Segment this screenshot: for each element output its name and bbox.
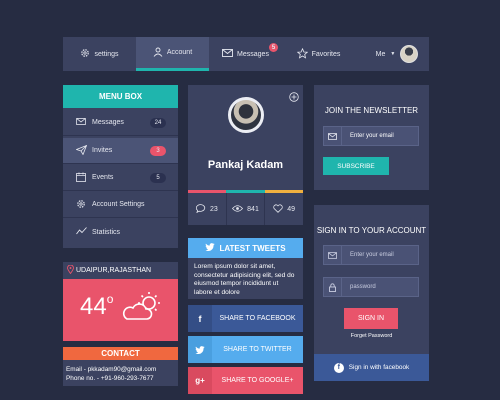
menu-item-account-settings[interactable]: Account Settings: [63, 192, 178, 218]
nav-settings[interactable]: settings: [63, 37, 136, 71]
newsletter-email-field[interactable]: Enter your email: [323, 126, 419, 146]
tweets-title: LATEST TWEETS: [219, 243, 286, 253]
messages-badge: 5: [269, 43, 278, 52]
menu-item-label: Events: [92, 174, 114, 181]
stat-views[interactable]: 841: [227, 193, 266, 225]
weather-temp: 44 o: [80, 292, 114, 321]
avatar: [400, 45, 419, 63]
nav-messages-label: Messages: [237, 50, 269, 58]
location-pin-icon: [67, 264, 74, 276]
facebook-icon: f: [333, 362, 344, 373]
facebook-icon: f: [188, 305, 212, 332]
menu-item-statistics[interactable]: Statistics: [63, 219, 178, 245]
google-plus-icon: g+: [188, 367, 212, 394]
profile-stats: 23 841 49: [188, 193, 303, 225]
signin-button[interactable]: SIGN IN: [344, 308, 398, 329]
temp-value: 44: [80, 293, 107, 320]
count-badge: 3: [150, 146, 166, 156]
calendar-icon: [75, 172, 87, 184]
menu-item-label: Messages: [92, 119, 124, 126]
gear-icon: [75, 199, 87, 211]
share-google-button[interactable]: g+ SHARE TO GOOGLE+: [188, 367, 303, 394]
nav-me[interactable]: Me ▼: [365, 37, 429, 71]
chart-line-icon: [75, 227, 87, 237]
partly-cloudy-icon: [121, 289, 165, 330]
signin-facebook-label: Sign in with facebook: [348, 364, 410, 371]
comment-icon: [195, 203, 206, 215]
mail-icon: [75, 118, 87, 127]
twitter-bird-icon: [205, 243, 216, 253]
nav-favorites[interactable]: Favorites: [282, 37, 355, 71]
newsletter-box: JOIN THE NEWSLETTER Enter your email SUB…: [314, 85, 429, 190]
share-twitter-label: SHARE TO TWITTER: [223, 346, 292, 353]
weather-card: 44 o: [63, 279, 178, 341]
views-count: 841: [247, 205, 259, 213]
profile-avatar: [228, 97, 264, 133]
tweet-text: Lorem ipsum dolor sit amet, consectetur …: [188, 258, 303, 299]
newsletter-title: JOIN THE NEWSLETTER: [324, 106, 419, 115]
chevron-down-icon: ▼: [390, 51, 396, 57]
mail-icon: [324, 246, 342, 264]
signin-facebook-button[interactable]: f Sign in with facebook: [314, 354, 429, 381]
newsletter-email-placeholder: Enter your email: [350, 133, 394, 139]
menu-item-invites[interactable]: Invites 3: [63, 138, 178, 164]
paper-plane-icon: [74, 144, 87, 157]
signin-password-field[interactable]: password: [323, 277, 419, 297]
tweets-header: LATEST TWEETS: [188, 238, 303, 258]
temp-unit: o: [106, 292, 114, 306]
nav-account-label: Account: [166, 49, 193, 56]
menu-box-title: MENU BOX: [63, 85, 178, 108]
subscribe-button[interactable]: SUBSCRIBE: [323, 157, 389, 175]
stat-likes[interactable]: 49: [265, 193, 303, 225]
signin-email-field[interactable]: Enter your email: [323, 245, 419, 265]
share-facebook-label: SHARE TO FACEBOOK: [219, 315, 296, 322]
weather-location-bar: UDAIPUR,RAJASTHAN: [63, 262, 178, 279]
likes-count: 49: [287, 205, 296, 213]
nav-account[interactable]: Account: [136, 37, 209, 71]
contact-title: CONTACT: [63, 347, 178, 360]
count-badge: 5: [150, 173, 166, 183]
user-icon: [153, 47, 163, 59]
comments-count: 23: [209, 205, 218, 213]
nav-settings-label: settings: [94, 50, 119, 58]
share-google-label: SHARE TO GOOGLE+: [221, 377, 294, 384]
menu-item-label: Invites: [92, 147, 113, 154]
contact-email: Email - pkkadam90@gmail.com: [66, 366, 157, 373]
signin-email-placeholder: Enter your email: [350, 252, 394, 258]
eye-icon: [232, 204, 244, 214]
menu-item-label: Statistics: [92, 228, 121, 236]
weather-location: UDAIPUR,RAJASTHAN: [76, 267, 152, 274]
profile-name: Pankaj Kadam: [207, 159, 284, 171]
menu-item-events[interactable]: Events 5: [63, 165, 178, 191]
heart-icon: [273, 203, 283, 215]
signin-box: SIGN IN TO YOUR ACCOUNT Enter your email…: [314, 205, 429, 381]
nav-favorites-label: Favorites: [311, 50, 341, 58]
menu-box: Messages 24 Invites 3 Events 5 Account S…: [63, 108, 178, 248]
contact-phone: Phone no. - +91-960-293-7677: [66, 375, 154, 382]
twitter-bird-icon: [188, 336, 212, 363]
count-badge: 24: [150, 118, 166, 128]
signin-title: SIGN IN TO YOUR ACCOUNT: [316, 226, 427, 235]
top-nav: settings Account Messages 5 Favorites Me…: [63, 37, 429, 71]
contact-box: Email - pkkadam90@gmail.com Phone no. - …: [63, 360, 178, 386]
menu-item-messages[interactable]: Messages 24: [63, 110, 178, 136]
menu-item-label: Account Settings: [92, 201, 145, 208]
lock-icon: [324, 278, 342, 296]
add-circle-icon[interactable]: [289, 89, 299, 107]
stat-comments[interactable]: 23: [188, 193, 227, 225]
share-facebook-button[interactable]: f SHARE TO FACEBOOK: [188, 305, 303, 332]
star-icon: [296, 47, 308, 61]
mail-icon: [222, 49, 233, 59]
share-twitter-button[interactable]: SHARE TO TWITTER: [188, 336, 303, 363]
nav-messages[interactable]: Messages 5: [209, 37, 282, 71]
nav-me-label: Me: [375, 50, 386, 58]
mail-icon: [324, 127, 342, 145]
forgot-password-link[interactable]: Forget Password: [314, 333, 429, 339]
signin-password-placeholder: password: [350, 284, 376, 290]
gear-icon: [80, 48, 90, 60]
profile-card: Pankaj Kadam: [188, 85, 303, 190]
